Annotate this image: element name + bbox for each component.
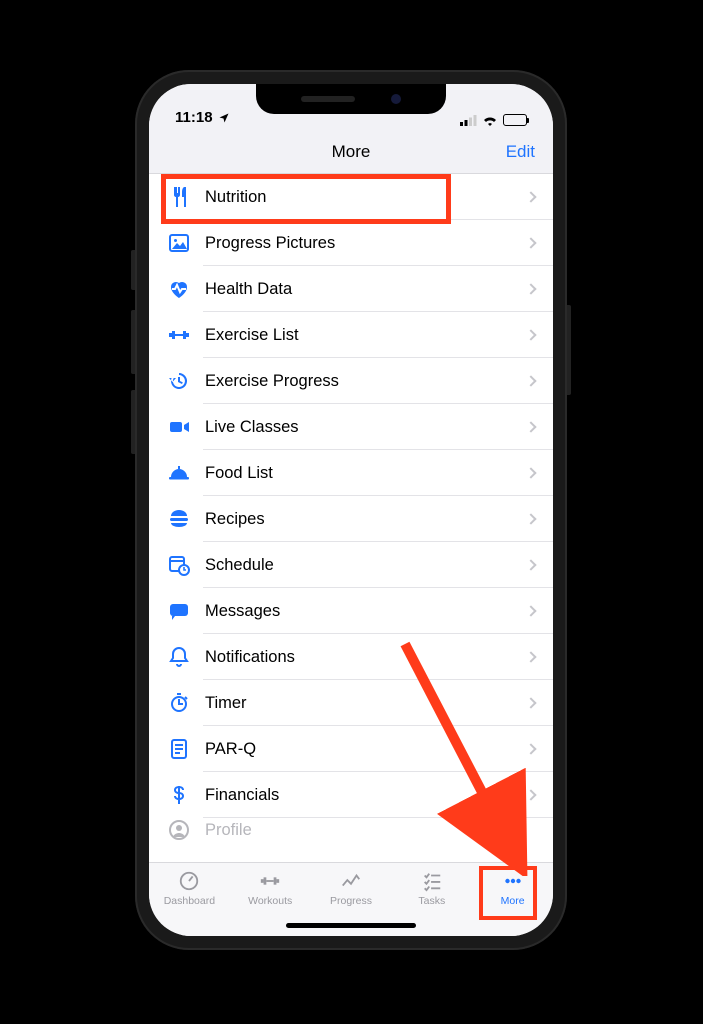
line-chart-icon bbox=[338, 869, 364, 893]
side-button-mute bbox=[131, 250, 135, 290]
dumbbell-icon bbox=[257, 869, 283, 893]
picture-icon bbox=[165, 229, 193, 257]
bell-icon bbox=[165, 643, 193, 671]
tab-label: Progress bbox=[330, 895, 372, 907]
chevron-right-icon bbox=[525, 559, 536, 570]
menu-row-label: Live Classes bbox=[205, 418, 527, 437]
chevron-right-icon bbox=[525, 467, 536, 478]
menu-row-label: Exercise List bbox=[205, 326, 527, 345]
menu-row-label: Financials bbox=[205, 786, 527, 805]
clock-text: 11:18 bbox=[175, 109, 213, 126]
history-icon bbox=[165, 367, 193, 395]
menu-row-label: Health Data bbox=[205, 280, 527, 299]
menu-row-profile[interactable]: Profile bbox=[149, 818, 553, 842]
menu-row-label: PAR-Q bbox=[205, 740, 527, 759]
menu-row-recipes[interactable]: Recipes bbox=[149, 496, 553, 542]
location-arrow-icon bbox=[218, 112, 230, 124]
wifi-icon bbox=[482, 114, 498, 126]
dollar-icon bbox=[165, 781, 193, 809]
menu-row-label: Messages bbox=[205, 602, 527, 621]
menu-row-label: Progress Pictures bbox=[205, 234, 527, 253]
menu-row-label: Exercise Progress bbox=[205, 372, 527, 391]
nav-bar: More Edit bbox=[149, 130, 553, 174]
notch bbox=[256, 84, 446, 114]
chevron-right-icon bbox=[525, 421, 536, 432]
person-circle-icon bbox=[165, 816, 193, 844]
menu-row-schedule[interactable]: Schedule bbox=[149, 542, 553, 588]
menu-row-label: Profile bbox=[205, 821, 553, 840]
more-menu-list[interactable]: Nutrition Progress Pictures Health Data Exe… bbox=[149, 174, 553, 862]
fork-knife-icon bbox=[165, 183, 193, 211]
tab-dashboard[interactable]: Dashboard bbox=[149, 869, 230, 907]
menu-row-label: Nutrition bbox=[205, 188, 527, 207]
calendar-clock-icon bbox=[165, 551, 193, 579]
tab-label: More bbox=[501, 895, 525, 907]
chevron-right-icon bbox=[525, 191, 536, 202]
menu-row-exercise-progress[interactable]: Exercise Progress bbox=[149, 358, 553, 404]
tab-workouts[interactable]: Workouts bbox=[230, 869, 311, 907]
menu-row-progress-pictures[interactable]: Progress Pictures bbox=[149, 220, 553, 266]
chevron-right-icon bbox=[525, 283, 536, 294]
chat-icon bbox=[165, 597, 193, 625]
chevron-right-icon bbox=[525, 743, 536, 754]
chevron-right-icon bbox=[525, 375, 536, 386]
chevron-right-icon bbox=[525, 697, 536, 708]
barbell-icon bbox=[165, 321, 193, 349]
side-button-vol-down bbox=[131, 390, 135, 454]
tab-label: Tasks bbox=[418, 895, 445, 907]
chevron-right-icon bbox=[525, 789, 536, 800]
side-button-power bbox=[567, 305, 571, 395]
cellular-signal-icon bbox=[460, 115, 477, 126]
document-icon bbox=[165, 735, 193, 763]
edit-button[interactable]: Edit bbox=[506, 130, 535, 174]
checklist-icon bbox=[419, 869, 445, 893]
tab-progress[interactable]: Progress bbox=[311, 869, 392, 907]
tab-label: Dashboard bbox=[164, 895, 215, 907]
page-title: More bbox=[332, 142, 371, 162]
menu-row-health-data[interactable]: Health Data bbox=[149, 266, 553, 312]
menu-row-label: Recipes bbox=[205, 510, 527, 529]
menu-row-notifications[interactable]: Notifications bbox=[149, 634, 553, 680]
menu-row-financials[interactable]: Financials bbox=[149, 772, 553, 818]
menu-row-label: Timer bbox=[205, 694, 527, 713]
menu-row-nutrition[interactable]: Nutrition bbox=[149, 174, 553, 220]
status-right bbox=[460, 114, 527, 126]
home-indicator[interactable] bbox=[286, 923, 416, 928]
battery-icon bbox=[503, 114, 527, 126]
dots-icon bbox=[500, 869, 526, 893]
tab-more[interactable]: More bbox=[472, 869, 553, 907]
front-camera bbox=[391, 94, 401, 104]
menu-row-messages[interactable]: Messages bbox=[149, 588, 553, 634]
tab-tasks[interactable]: Tasks bbox=[391, 869, 472, 907]
menu-row-label: Notifications bbox=[205, 648, 527, 667]
gauge-icon bbox=[176, 869, 202, 893]
screen: 11:18 More Edit Nutr bbox=[149, 84, 553, 936]
menu-row-label: Schedule bbox=[205, 556, 527, 575]
menu-row-par-q[interactable]: PAR-Q bbox=[149, 726, 553, 772]
menu-row-exercise-list[interactable]: Exercise List bbox=[149, 312, 553, 358]
menu-row-timer[interactable]: Timer bbox=[149, 680, 553, 726]
video-camera-icon bbox=[165, 413, 193, 441]
chevron-right-icon bbox=[525, 237, 536, 248]
tab-label: Workouts bbox=[248, 895, 292, 907]
chevron-right-icon bbox=[525, 329, 536, 340]
speaker-grille bbox=[301, 96, 355, 102]
menu-row-food-list[interactable]: Food List bbox=[149, 450, 553, 496]
chevron-right-icon bbox=[525, 651, 536, 662]
menu-row-label: Food List bbox=[205, 464, 527, 483]
burger-icon bbox=[165, 505, 193, 533]
status-left: 11:18 bbox=[175, 109, 230, 126]
food-dome-icon bbox=[165, 459, 193, 487]
menu-row-live-classes[interactable]: Live Classes bbox=[149, 404, 553, 450]
phone-device-frame: 11:18 More Edit Nutr bbox=[135, 70, 567, 950]
chevron-right-icon bbox=[525, 513, 536, 524]
chevron-right-icon bbox=[525, 605, 536, 616]
side-button-vol-up bbox=[131, 310, 135, 374]
heart-pulse-icon bbox=[165, 275, 193, 303]
stopwatch-icon bbox=[165, 689, 193, 717]
